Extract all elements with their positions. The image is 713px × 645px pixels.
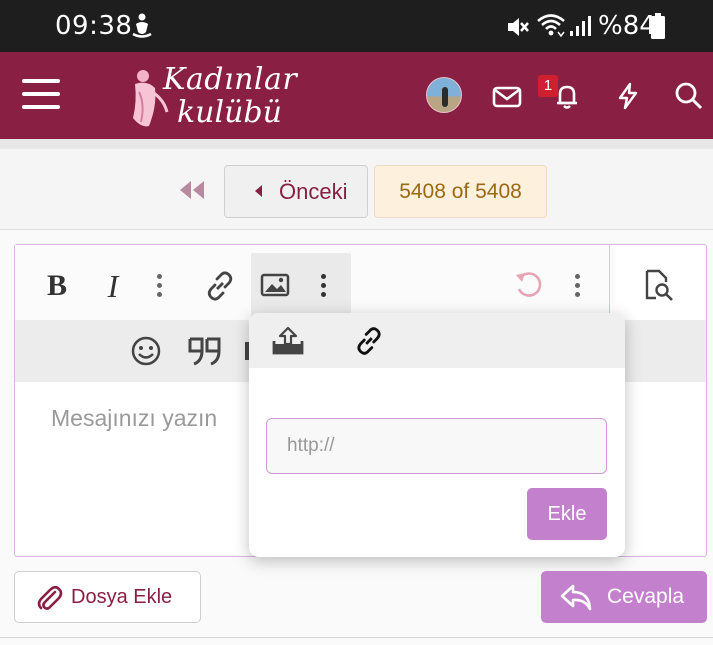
- notification-badge: 1: [538, 75, 558, 97]
- reply-label: Cevapla: [607, 585, 685, 608]
- undo-icon[interactable]: [513, 269, 545, 301]
- first-page-icon[interactable]: [178, 179, 206, 201]
- previous-page-button[interactable]: Önceki: [224, 165, 368, 218]
- menu-icon[interactable]: [22, 79, 60, 111]
- attach-files-label: Dosya Ekle: [71, 586, 173, 608]
- logo-text-line1: Kadınlar: [163, 62, 298, 97]
- message-placeholder: Mesajınızı yazın: [51, 405, 218, 431]
- status-bar: 09:38 %84: [0, 0, 713, 52]
- more-insert-options-icon[interactable]: [313, 266, 333, 306]
- upload-image-icon[interactable]: [271, 325, 305, 357]
- mute-icon: [508, 18, 529, 36]
- notification-person-icon: [132, 13, 152, 38]
- preview-icon[interactable]: [641, 268, 675, 302]
- bottom-divider: [0, 637, 713, 638]
- smilie-icon[interactable]: [129, 334, 163, 368]
- quote-icon[interactable]: [187, 335, 223, 367]
- previous-label: Önceki: [279, 179, 348, 204]
- wifi-icon: [537, 14, 565, 38]
- caret-left-icon: [255, 185, 262, 197]
- attach-files-button[interactable]: Dosya Ekle: [14, 571, 201, 623]
- reply-button[interactable]: Cevapla: [541, 571, 707, 623]
- battery-icon: [651, 13, 665, 39]
- search-icon[interactable]: [673, 80, 705, 112]
- whats-new-bolt-icon[interactable]: [612, 80, 644, 112]
- site-header: Kadınlar kulübü 1: [0, 52, 713, 139]
- italic-button[interactable]: I: [93, 266, 133, 306]
- paperclip-icon: [37, 585, 63, 610]
- more-text-options-icon[interactable]: [149, 266, 169, 306]
- site-logo[interactable]: Kadınlar kulübü: [127, 62, 297, 132]
- insert-image-popup: http:// Ekle: [249, 313, 625, 557]
- more-options-icon[interactable]: [567, 266, 587, 306]
- inbox-icon[interactable]: [491, 80, 523, 112]
- logo-text-line2: kulübü: [177, 95, 282, 130]
- popup-tabs: [249, 313, 625, 368]
- image-url-input[interactable]: http://: [266, 418, 607, 474]
- user-avatar[interactable]: [426, 77, 462, 113]
- battery-percent: %84: [598, 11, 656, 41]
- signal-icon: [570, 16, 591, 36]
- page-count[interactable]: 5408 of 5408: [374, 165, 547, 218]
- reply-arrow-icon: [560, 584, 592, 611]
- add-image-button[interactable]: Ekle: [527, 488, 607, 540]
- image-by-url-icon[interactable]: [353, 325, 385, 357]
- toolbar-separator: [609, 245, 610, 318]
- status-time: 09:38: [55, 11, 133, 41]
- header-underline: [0, 139, 713, 149]
- link-icon[interactable]: [203, 269, 237, 303]
- app-root: 09:38 %84 Kadınlar kulübü 1 Önceki 5408 …: [0, 0, 713, 645]
- insert-image-icon[interactable]: [260, 271, 290, 299]
- bold-button[interactable]: B: [37, 266, 77, 306]
